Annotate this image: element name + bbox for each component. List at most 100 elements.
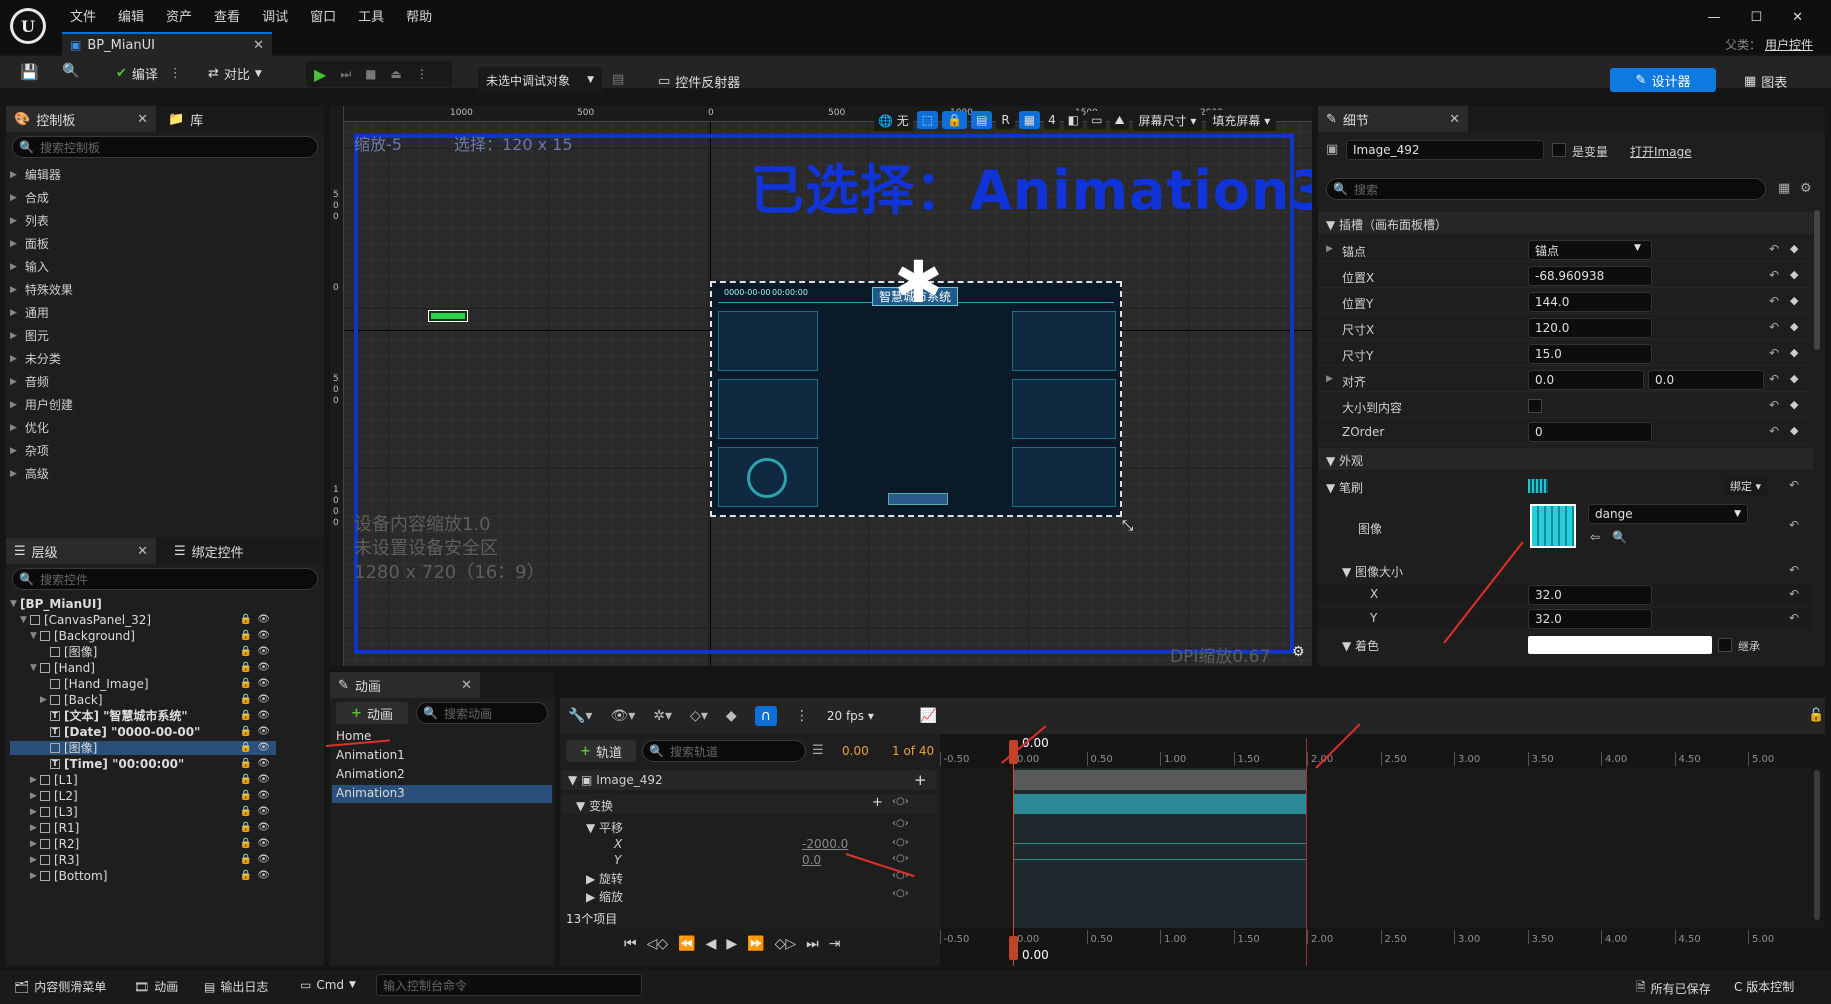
hierarchy-item[interactable]: ▶ [R3] 🔒 👁 — [10, 853, 276, 867]
palette-tab[interactable]: 🎨 控制板 ✕ — [6, 106, 156, 132]
menu-debug[interactable]: 调试 — [262, 6, 288, 25]
component-value[interactable]: 32.0 — [1528, 609, 1652, 629]
play-more-icon[interactable]: ⋮ — [416, 67, 428, 81]
key-icon[interactable]: ◇▾ — [690, 708, 708, 724]
lock-icon[interactable]: 🔒 — [240, 630, 252, 641]
palette-category[interactable]: ▶ 输入 — [10, 258, 49, 275]
lock-icon[interactable]: 🔒 — [240, 742, 252, 753]
eye-icon[interactable]: 👁 — [257, 678, 270, 689]
eject-icon[interactable]: ⏏ — [390, 67, 401, 81]
lock-icon[interactable]: 🔒 — [240, 710, 252, 721]
component-value[interactable]: 32.0 — [1528, 585, 1652, 605]
filter-icon[interactable]: ☰ — [812, 743, 824, 758]
next-key-icon[interactable]: ◇▷ — [775, 936, 797, 952]
hierarchy-item[interactable]: ▶ [L2] 🔒 👁 — [10, 789, 276, 803]
hierarchy-item[interactable]: ▶ [L1] 🔒 👁 — [10, 773, 276, 787]
step-back-icon[interactable]: ⏪ — [678, 936, 695, 952]
details-row-value[interactable]: 0 — [1528, 422, 1652, 442]
close-tab-icon[interactable]: ✕ — [253, 38, 264, 53]
step-icon[interactable]: ⏭ — [340, 67, 351, 82]
x-channel-value[interactable]: -2000.0 — [802, 837, 848, 851]
bind-dropdown[interactable]: 绑定 ▾ — [1724, 477, 1768, 495]
tint-color-swatch[interactable] — [1528, 636, 1712, 654]
loop-icon[interactable]: ⇥ — [829, 936, 841, 952]
animation-list-item[interactable]: Animation1 — [332, 747, 552, 765]
auto-key-icon[interactable]: ◆ — [726, 708, 737, 724]
eye-icon[interactable]: 👁 — [257, 854, 270, 865]
keyframe-icon[interactable]: ◆ — [1790, 398, 1798, 411]
animation-search[interactable]: 🔍 搜索动画 — [416, 702, 548, 724]
palette-category[interactable]: ▶ 图元 — [10, 327, 49, 344]
keyframe-icon[interactable]: ◆ — [1790, 268, 1798, 281]
track-row-scale[interactable]: ▶ 缩放 ‹○› — [562, 886, 936, 904]
eye-icon[interactable]: 👁 — [257, 630, 270, 641]
key-nav-icon[interactable]: ‹○› — [892, 888, 909, 899]
play-reverse-icon[interactable]: ◀ — [706, 936, 717, 952]
track-row-rotation[interactable]: ▶ 旋转 ‹○› — [562, 868, 936, 886]
hierarchy-item[interactable]: T [Time] "00:00:00" 🔒 👁 — [10, 757, 276, 771]
slot-section-header[interactable]: ▼ 插槽（画布面板槽） — [1318, 212, 1813, 234]
menu-asset[interactable]: 资产 — [166, 6, 192, 25]
expand-arrow-icon[interactable]: ▶ — [30, 839, 40, 849]
expand-arrow-icon[interactable]: ▼ — [30, 631, 40, 641]
palette-category[interactable]: ▶ 用户创建 — [10, 396, 73, 413]
lock-icon[interactable]: 🔒 — [240, 838, 252, 849]
section-bar-image[interactable] — [1013, 770, 1307, 790]
hud-dashboard-preview[interactable]: 0000-00-00 00:00:00 智慧城市系统 ✱ — [710, 253, 1122, 517]
track-row-x[interactable]: X -2000.0 ‹○› — [562, 836, 936, 852]
widget-name-field[interactable]: Image_492 — [1346, 140, 1544, 160]
details-tab[interactable]: ✎ 细节 ✕ — [1318, 106, 1468, 132]
lock-icon[interactable]: 🔒 — [240, 662, 252, 673]
is-variable-checkbox[interactable] — [1552, 143, 1566, 157]
animation-list-item[interactable]: Animation2 — [332, 766, 552, 784]
lock-icon[interactable]: 🔒 — [240, 646, 252, 657]
eye-icon[interactable]: 👁 — [257, 614, 270, 625]
flip-icon[interactable]: ◧ — [1063, 111, 1084, 129]
add-subtrack-icon[interactable]: + — [914, 771, 927, 789]
expand-arrow-icon[interactable]: ▶ — [30, 775, 40, 785]
hierarchy-item[interactable]: T [文本] "智慧城市系统" 🔒 👁 — [10, 709, 276, 723]
parent-class-link[interactable]: 用户控件 — [1765, 38, 1813, 52]
animations-tab[interactable]: ✎ 动画 ✕ — [330, 672, 480, 698]
fill-screen-dropdown[interactable]: 填充屏幕 ▾ — [1206, 109, 1277, 131]
hierarchy-item[interactable]: ▶ [Back] 🔒 👁 — [10, 693, 276, 707]
details-row-value[interactable]: 144.0 — [1528, 292, 1652, 312]
menu-edit[interactable]: 编辑 — [118, 6, 144, 25]
palette-category[interactable]: ▶ 音频 — [10, 373, 49, 390]
debug-target-dropdown[interactable]: 未选中调试对象 ▼ — [478, 67, 602, 93]
eye-icon[interactable]: 👁▾ — [610, 708, 635, 724]
timeline-scrollbar[interactable] — [1814, 770, 1820, 920]
reset-icon[interactable]: ↶ — [1769, 398, 1779, 412]
keyframe-icon[interactable]: ◆ — [1790, 346, 1798, 359]
compile-button[interactable]: ✔ 编译 ⋮ — [116, 64, 182, 83]
expand-arrow-icon[interactable]: ▶ — [30, 855, 40, 865]
eye-icon[interactable]: 👁 — [257, 662, 270, 673]
animation-list-item[interactable]: Animation3 — [332, 785, 552, 803]
diff-button[interactable]: ⇄ 对比 ▼ — [208, 64, 262, 83]
table-view-icon[interactable]: ▦ — [1778, 181, 1790, 196]
console-input[interactable]: 输入控制台命令 — [376, 974, 642, 996]
layout-icon[interactable]: ▤ — [971, 111, 993, 129]
hierarchy-item[interactable]: ▶ [L3] 🔒 👁 — [10, 805, 276, 819]
details-row-value[interactable]: 0.0 — [1528, 370, 1644, 390]
palette-category[interactable]: ▶ 高级 — [10, 465, 49, 482]
track-row-translation[interactable]: ▼ 平移 ‹○› — [562, 816, 936, 836]
reset-icon[interactable]: ↶ — [1769, 294, 1779, 308]
palette-category[interactable]: ▶ 合成 — [10, 189, 49, 206]
hierarchy-item[interactable]: [Hand_Image] 🔒 👁 — [10, 677, 276, 691]
expand-arrow-icon[interactable]: ▶ — [1326, 374, 1333, 384]
palette-category[interactable]: ▶ 杂项 — [10, 442, 49, 459]
keyframe-icon[interactable]: ◆ — [1790, 424, 1798, 437]
go-to-start-icon[interactable]: ⏮ — [624, 936, 637, 952]
go-to-end-icon[interactable]: ⏭ — [806, 936, 819, 952]
hierarchy-item[interactable]: ▼ [CanvasPanel_32] 🔒 👁 — [10, 613, 276, 627]
eye-icon[interactable]: 👁 — [257, 790, 270, 801]
designer-mode-button[interactable]: ✎ 设计器 — [1610, 68, 1716, 92]
hierarchy-item[interactable]: [图像] 🔒 👁 — [10, 741, 276, 755]
size-to-content-checkbox[interactable] — [1528, 399, 1542, 413]
details-row-value[interactable]: 120.0 — [1528, 318, 1652, 338]
close-tab-icon[interactable]: ✕ — [461, 678, 472, 693]
expand-arrow-icon[interactable]: ▶ — [30, 823, 40, 833]
maximize-button[interactable]: ☐ — [1750, 10, 1762, 25]
expand-arrow-icon[interactable]: ▼ — [10, 599, 20, 609]
